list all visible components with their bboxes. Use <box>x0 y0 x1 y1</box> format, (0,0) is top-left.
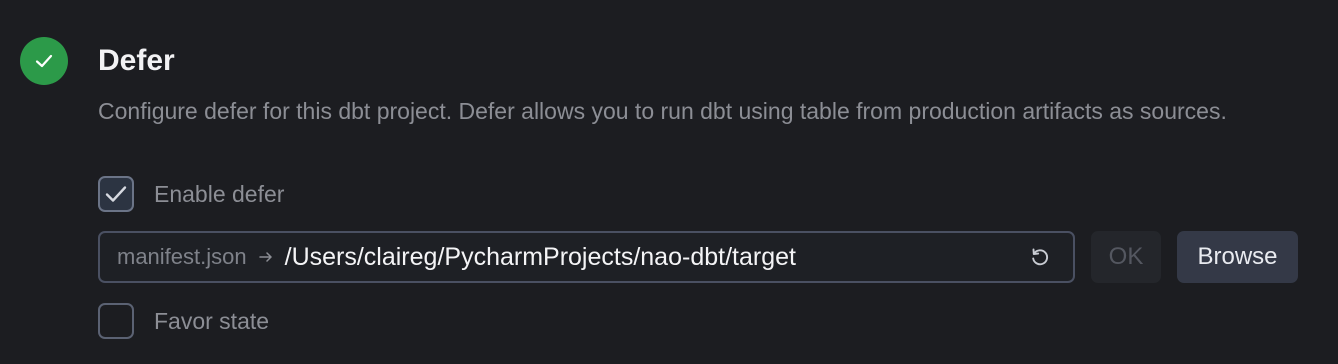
favor-state-checkbox[interactable] <box>98 303 134 339</box>
arrow-right-icon <box>258 250 273 264</box>
manifest-path-field[interactable]: manifest.json /Users/claireg/PycharmProj… <box>98 231 1075 283</box>
enable-defer-label: Enable defer <box>154 180 285 207</box>
section-description: Configure defer for this dbt project. De… <box>98 98 1227 124</box>
browse-button[interactable]: Browse <box>1177 231 1298 283</box>
favor-state-label: Favor state <box>154 307 270 334</box>
checkmark-icon <box>35 54 53 68</box>
checkmark-icon <box>105 186 127 202</box>
manifest-file-label: manifest.json <box>117 244 247 269</box>
defer-settings-panel: Defer Configure defer for this dbt proje… <box>0 0 1338 364</box>
section-title: Defer <box>98 44 175 77</box>
ok-button[interactable]: OK <box>1091 231 1161 283</box>
manifest-path-value[interactable]: /Users/claireg/PycharmProjects/nao-dbt/t… <box>285 243 796 272</box>
enable-defer-checkbox[interactable] <box>98 176 134 212</box>
refresh-icon[interactable] <box>1029 246 1051 268</box>
step-complete-badge <box>20 37 68 85</box>
enable-defer-option[interactable]: Enable defer <box>98 174 284 214</box>
favor-state-option[interactable]: Favor state <box>98 301 269 341</box>
